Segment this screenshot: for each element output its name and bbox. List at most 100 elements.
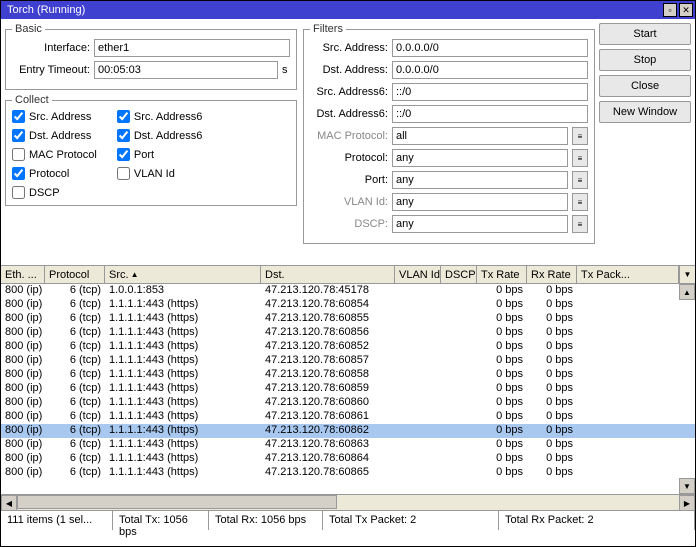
filter-input[interactable] [392,193,568,211]
table-row[interactable]: 800 (ip)6 (tcp)1.1.1.1:443 (https)47.213… [1,452,695,466]
collect-dscp[interactable]: DSCP [12,186,97,199]
filter-label: Dst. Address: [310,64,388,76]
table-cell [577,284,625,298]
timeout-input[interactable] [94,61,278,79]
filter-input[interactable] [392,83,588,101]
close-button[interactable]: Close [599,75,691,97]
filter-label: Protocol: [310,152,388,164]
stop-button[interactable]: Stop [599,49,691,71]
col-protocol[interactable]: Protocol [45,266,105,283]
table-cell [441,382,477,396]
scroll-thumb[interactable] [17,495,337,509]
dropdown-icon[interactable]: ≡ [572,171,588,189]
table-cell: 47.213.120.78:60857 [261,354,395,368]
filter-input[interactable] [392,215,568,233]
table-row[interactable]: 800 (ip)6 (tcp)1.1.1.1:443 (https)47.213… [1,382,695,396]
table-row[interactable]: 800 (ip)6 (tcp)1.1.1.1:443 (https)47.213… [1,298,695,312]
col-eth[interactable]: Eth. ... [1,266,45,283]
checkbox[interactable] [12,129,25,142]
filter-input[interactable] [392,127,568,145]
table-cell: 0 bps [527,438,577,452]
table-cell: 6 (tcp) [45,424,105,438]
table-cell: 0 bps [477,326,527,340]
table-cell [577,340,625,354]
table-cell: 0 bps [527,298,577,312]
scroll-left-icon[interactable]: ◀ [1,495,17,510]
col-vlan[interactable]: VLAN Id [395,266,441,283]
collect-port[interactable]: Port [117,148,202,161]
table-row[interactable]: 800 (ip)6 (tcp)1.1.1.1:443 (https)47.213… [1,326,695,340]
table-row[interactable]: 800 (ip)6 (tcp)1.1.1.1:443 (https)47.213… [1,438,695,452]
col-src[interactable]: Src.▲ [105,266,261,283]
checkbox[interactable] [12,148,25,161]
basic-fieldset: Basic Interface: Entry Timeout: s [5,23,297,90]
collect-src-address[interactable]: Src. Address [12,110,97,123]
close-icon[interactable]: ✕ [679,3,693,17]
filter-input[interactable] [392,171,568,189]
col-dst[interactable]: Dst. [261,266,395,283]
start-button[interactable]: Start [599,23,691,45]
table-cell: 0 bps [477,396,527,410]
collect-vlan-id[interactable]: VLAN Id [117,167,202,180]
interface-input[interactable] [94,39,290,57]
checkbox[interactable] [12,167,25,180]
checkbox[interactable] [12,186,25,199]
table-row[interactable]: 800 (ip)6 (tcp)1.1.1.1:443 (https)47.213… [1,396,695,410]
table-cell: 0 bps [477,466,527,480]
minimize-icon[interactable]: ▫ [663,3,677,17]
checkbox[interactable] [12,110,25,123]
dropdown-icon[interactable]: ≡ [572,215,588,233]
table-cell: 47.213.120.78:60861 [261,410,395,424]
filter-input[interactable] [392,39,588,57]
table-row[interactable]: 800 (ip)6 (tcp)1.1.1.1:443 (https)47.213… [1,340,695,354]
scroll-right-icon[interactable]: ▶ [679,495,695,510]
table-cell: 0 bps [527,466,577,480]
filter-input[interactable] [392,105,588,123]
filter-input[interactable] [392,149,568,167]
col-tx-packet[interactable]: Tx Pack... [577,266,679,283]
table-cell [577,410,625,424]
table-cell [441,438,477,452]
dropdown-icon[interactable]: ≡ [572,149,588,167]
col-dscp[interactable]: DSCP [441,266,477,283]
column-chooser-icon[interactable]: ▼ [679,266,695,283]
col-tx-rate[interactable]: Tx Rate [477,266,527,283]
collect-dst-address[interactable]: Dst. Address [12,129,97,142]
table-cell: 800 (ip) [1,326,45,340]
new-window-button[interactable]: New Window [599,101,691,123]
collect-src-address6[interactable]: Src. Address6 [117,110,202,123]
table-cell: 1.1.1.1:443 (https) [105,354,261,368]
table-cell [395,410,441,424]
checkbox-label: Dst. Address [29,130,91,142]
collect-dst-address6[interactable]: Dst. Address6 [117,129,202,142]
table-cell: 6 (tcp) [45,354,105,368]
status-total-tx-packet: Total Tx Packet: 2 [323,511,499,530]
filter-input[interactable] [392,61,588,79]
table-row[interactable]: 800 (ip)6 (tcp)1.1.1.1:443 (https)47.213… [1,410,695,424]
table-cell: 47.213.120.78:60852 [261,340,395,354]
col-rx-rate[interactable]: Rx Rate [527,266,577,283]
table-row[interactable]: 800 (ip)6 (tcp)1.1.1.1:443 (https)47.213… [1,312,695,326]
table-body[interactable]: 800 (ip)6 (tcp)1.0.0.1:85347.213.120.78:… [1,284,695,494]
collect-mac-protocol[interactable]: MAC Protocol [12,148,97,161]
table-row[interactable]: 800 (ip)6 (tcp)1.0.0.1:85347.213.120.78:… [1,284,695,298]
table-row[interactable]: 800 (ip)6 (tcp)1.1.1.1:443 (https)47.213… [1,368,695,382]
collect-protocol[interactable]: Protocol [12,167,97,180]
checkbox[interactable] [117,129,130,142]
dropdown-icon[interactable]: ≡ [572,193,588,211]
table-row[interactable]: 800 (ip)6 (tcp)1.1.1.1:443 (https)47.213… [1,424,695,438]
checkbox[interactable] [117,148,130,161]
scroll-up-icon[interactable]: ▲ [679,284,695,300]
checkbox[interactable] [117,167,130,180]
table-cell [441,298,477,312]
horizontal-scrollbar[interactable]: ◀ ▶ [1,494,695,510]
table-row[interactable]: 800 (ip)6 (tcp)1.1.1.1:443 (https)47.213… [1,466,695,480]
table-cell: 1.1.1.1:443 (https) [105,466,261,480]
table-row[interactable]: 800 (ip)6 (tcp)1.1.1.1:443 (https)47.213… [1,354,695,368]
collect-fieldset: Collect Src. AddressDst. AddressMAC Prot… [5,94,297,206]
checkbox[interactable] [117,110,130,123]
dropdown-icon[interactable]: ≡ [572,127,588,145]
table-cell: 800 (ip) [1,438,45,452]
table-cell [577,382,625,396]
scroll-down-icon[interactable]: ▼ [679,478,695,494]
